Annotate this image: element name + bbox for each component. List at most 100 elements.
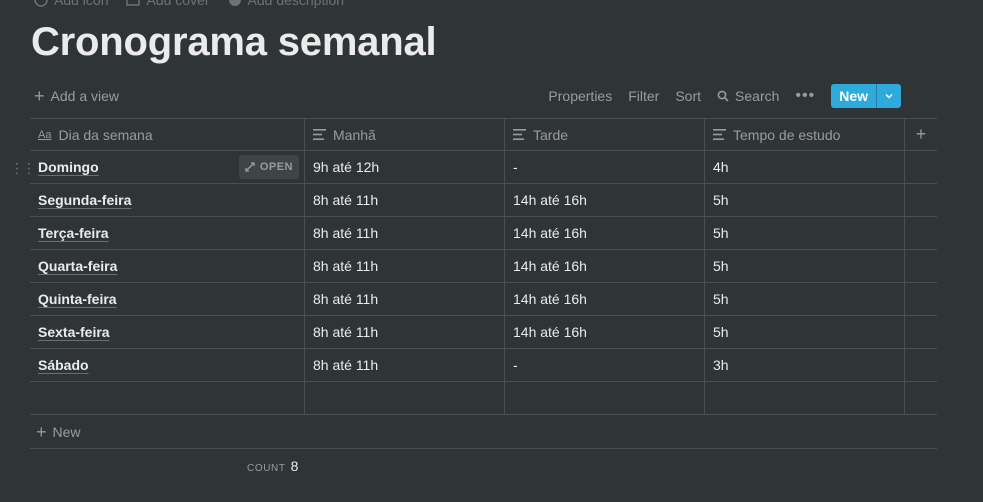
cell-tarde[interactable]: 14h até 16h bbox=[505, 250, 705, 282]
properties-button[interactable]: Properties bbox=[548, 88, 612, 104]
page-meta-row: Add icon Add cover Add description bbox=[34, 0, 344, 8]
add-icon-label: Add icon bbox=[54, 0, 109, 8]
database-table: Aa Dia da semana Manhã Tarde Tempo de es… bbox=[30, 118, 937, 415]
chevron-down-icon bbox=[885, 93, 893, 99]
new-dropdown-caret[interactable] bbox=[876, 84, 901, 108]
cell-manha[interactable]: 8h até 11h bbox=[305, 217, 505, 249]
table-row[interactable]: Segunda-feira 8h até 11h 14h até 16h 5h bbox=[30, 184, 937, 217]
new-button-label: New bbox=[839, 88, 868, 104]
add-description-link[interactable]: Add description bbox=[228, 0, 345, 8]
title-property-icon: Aa bbox=[38, 128, 52, 141]
table-row-empty[interactable] bbox=[30, 382, 937, 415]
add-icon-link[interactable]: Add icon bbox=[34, 0, 108, 8]
cell-dia[interactable]: Sexta-feira bbox=[30, 316, 305, 348]
plus-icon: + bbox=[36, 422, 47, 442]
cell-tempo[interactable]: 4h bbox=[705, 151, 905, 183]
page-title: Cronograma semanal bbox=[31, 20, 437, 64]
cell-tempo[interactable]: 5h bbox=[705, 217, 905, 249]
image-icon bbox=[126, 0, 141, 6]
table-header-row: Aa Dia da semana Manhã Tarde Tempo de es… bbox=[30, 118, 937, 151]
cell-tempo[interactable]: 5h bbox=[705, 283, 905, 315]
cell-spacer bbox=[905, 217, 937, 249]
column-header-label: Tempo de estudo bbox=[733, 126, 841, 143]
column-header-manha[interactable]: Manhã bbox=[305, 119, 505, 150]
add-view-label: Add a view bbox=[50, 88, 119, 104]
row-title[interactable]: Quarta-feira bbox=[38, 258, 117, 274]
search-label: Search bbox=[735, 88, 780, 104]
text-property-icon bbox=[313, 129, 326, 140]
cell-tarde[interactable]: 14h até 16h bbox=[505, 283, 705, 315]
cell-manha[interactable]: 8h até 11h bbox=[305, 349, 505, 381]
cell-dia[interactable]: Sábado bbox=[30, 349, 305, 381]
cell-manha[interactable]: 8h até 11h bbox=[305, 316, 505, 348]
table-row[interactable]: Sexta-feira 8h até 11h 14h até 16h 5h bbox=[30, 316, 937, 349]
cell-tempo[interactable]: 5h bbox=[705, 250, 905, 282]
cell-tarde[interactable]: 14h até 16h bbox=[505, 316, 705, 348]
cell-spacer bbox=[905, 283, 937, 315]
expand-icon bbox=[245, 162, 255, 172]
cell-spacer bbox=[905, 250, 937, 282]
cell-manha[interactable] bbox=[305, 382, 505, 414]
cell-dia[interactable]: Quarta-feira bbox=[30, 250, 305, 282]
cell-dia[interactable]: Domingo OPEN bbox=[30, 151, 305, 183]
table-row[interactable]: Terça-feira 8h até 11h 14h até 16h 5h bbox=[30, 217, 937, 250]
sort-button[interactable]: Sort bbox=[675, 88, 701, 104]
cell-manha[interactable]: 8h até 11h bbox=[305, 250, 505, 282]
table-row[interactable]: Quarta-feira 8h até 11h 14h até 16h 5h bbox=[30, 250, 937, 283]
cell-tarde[interactable]: - bbox=[505, 151, 705, 183]
cell-manha[interactable]: 8h até 11h bbox=[305, 184, 505, 216]
column-header-tempo[interactable]: Tempo de estudo bbox=[705, 119, 905, 150]
add-description-label: Add description bbox=[247, 0, 345, 8]
cell-tarde[interactable]: - bbox=[505, 349, 705, 381]
cell-spacer bbox=[905, 382, 937, 414]
new-row-button[interactable]: + New bbox=[30, 416, 937, 449]
cell-spacer bbox=[905, 349, 937, 381]
cell-dia[interactable] bbox=[30, 382, 305, 414]
row-title[interactable]: Sábado bbox=[38, 357, 89, 373]
text-property-icon bbox=[513, 129, 526, 140]
cell-tempo[interactable]: 3h bbox=[705, 349, 905, 381]
cell-dia[interactable]: Terça-feira bbox=[30, 217, 305, 249]
add-view-button[interactable]: + Add a view bbox=[30, 87, 119, 105]
column-header-label: Tarde bbox=[533, 126, 569, 143]
cell-tempo[interactable]: 5h bbox=[705, 316, 905, 348]
cell-tarde[interactable]: 14h até 16h bbox=[505, 184, 705, 216]
cell-tempo[interactable] bbox=[705, 382, 905, 414]
column-header-tarde[interactable]: Tarde bbox=[505, 119, 705, 150]
row-title[interactable]: Segunda-feira bbox=[38, 192, 131, 208]
add-cover-link[interactable]: Add cover bbox=[126, 0, 210, 8]
count-footer[interactable]: COUNT 8 bbox=[247, 458, 298, 474]
cell-tarde[interactable]: 14h até 16h bbox=[505, 217, 705, 249]
count-label: COUNT bbox=[247, 463, 286, 474]
more-options-icon[interactable]: ••• bbox=[795, 87, 815, 105]
cell-spacer bbox=[905, 184, 937, 216]
count-value: 8 bbox=[290, 458, 299, 474]
cell-manha[interactable]: 8h até 11h bbox=[305, 283, 505, 315]
search-button[interactable]: Search bbox=[717, 88, 779, 104]
add-property-button[interactable]: + bbox=[905, 119, 937, 150]
toolbar-actions: Properties Filter Sort Search ••• New bbox=[548, 84, 901, 108]
column-header-dia[interactable]: Aa Dia da semana bbox=[30, 119, 305, 150]
cell-tarde[interactable] bbox=[505, 382, 705, 414]
cell-manha[interactable]: 9h até 12h bbox=[305, 151, 505, 183]
table-row[interactable]: Domingo OPEN 9h até 12h - 4h bbox=[30, 151, 937, 184]
cell-dia[interactable]: Segunda-feira bbox=[30, 184, 305, 216]
row-title[interactable]: Terça-feira bbox=[38, 225, 109, 241]
column-header-label: Manhã bbox=[333, 126, 376, 143]
open-button[interactable]: OPEN bbox=[238, 155, 299, 179]
new-button[interactable]: New bbox=[831, 84, 901, 108]
table-row[interactable]: Sábado 8h até 11h - 3h bbox=[30, 349, 937, 382]
cell-dia[interactable]: Quinta-feira bbox=[30, 283, 305, 315]
cell-tempo[interactable]: 5h bbox=[705, 184, 905, 216]
row-title[interactable]: Quinta-feira bbox=[38, 291, 117, 307]
filter-button[interactable]: Filter bbox=[628, 88, 659, 104]
plus-icon: + bbox=[34, 86, 45, 106]
smiley-icon bbox=[34, 0, 48, 7]
row-title[interactable]: Sexta-feira bbox=[38, 324, 110, 340]
new-row-label: New bbox=[52, 424, 81, 440]
cell-spacer bbox=[905, 316, 937, 348]
search-icon bbox=[717, 90, 729, 102]
table-row[interactable]: Quinta-feira 8h até 11h 14h até 16h 5h bbox=[30, 283, 937, 316]
plus-icon: + bbox=[915, 124, 927, 144]
row-title[interactable]: Domingo bbox=[38, 159, 99, 175]
